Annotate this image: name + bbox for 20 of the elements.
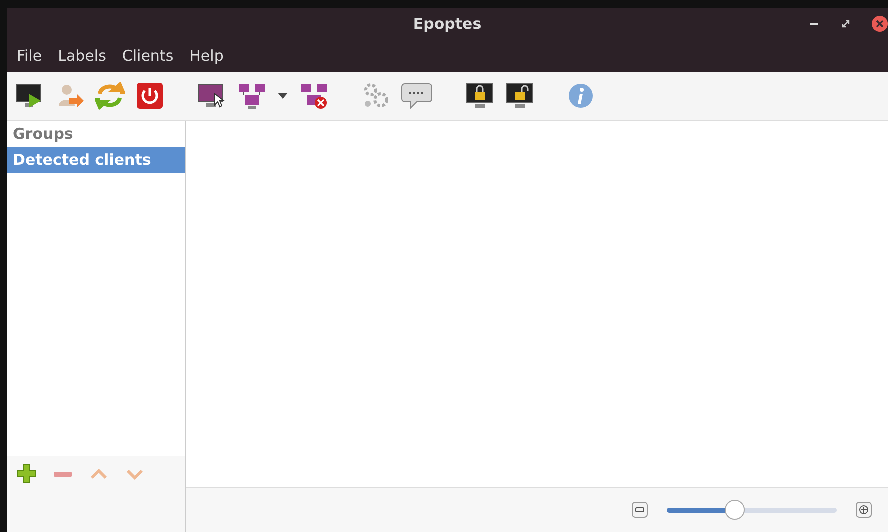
unlocked-screen-icon[interactable] (505, 82, 535, 110)
maximize-icon[interactable] (842, 20, 850, 28)
menu-item[interactable]: Clients (114, 47, 182, 65)
zoom-in-button[interactable] (856, 502, 872, 518)
window-title: Epoptes (413, 15, 482, 33)
network-monitors-close-icon[interactable] (299, 82, 329, 110)
menu-item[interactable]: Help (182, 47, 232, 65)
menu-item[interactable]: File (9, 47, 50, 65)
speech-bubble-icon[interactable] (401, 82, 433, 110)
network-monitors-icon[interactable] (237, 82, 267, 110)
monitor-cursor-icon[interactable] (197, 82, 227, 110)
groups-header: Groups (12, 124, 74, 145)
power-icon[interactable] (135, 82, 165, 110)
dropdown-caret-icon[interactable] (277, 93, 289, 99)
add-icon[interactable] (17, 464, 37, 484)
minimize-icon[interactable] (810, 22, 820, 26)
zoom-out-button[interactable] (632, 502, 648, 518)
locked-screen-icon[interactable] (465, 82, 495, 110)
close-icon[interactable] (872, 16, 888, 32)
menu-item[interactable]: Labels (50, 47, 114, 65)
